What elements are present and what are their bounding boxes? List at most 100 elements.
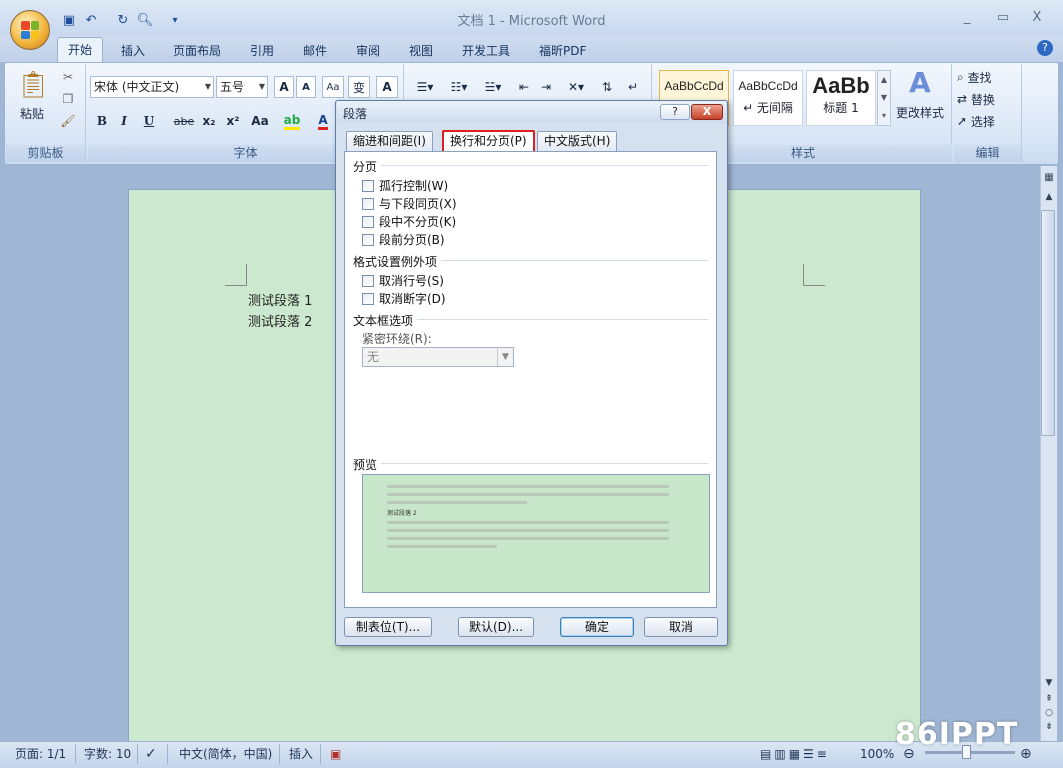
checkbox[interactable]	[362, 179, 374, 192]
divider	[279, 744, 280, 764]
checkbox[interactable]	[362, 292, 374, 305]
show-marks-icon[interactable]: ↵	[622, 76, 644, 98]
keep-with-next-option[interactable]: 与下段同页(X)	[362, 195, 457, 212]
option-label: 取消行号(S)	[379, 274, 444, 288]
highlight-icon[interactable]: ab	[278, 110, 306, 132]
web-layout-icon[interactable]: ▦	[789, 747, 803, 761]
page-break-before-option[interactable]: 段前分页(B)	[362, 231, 445, 248]
sort-icon[interactable]: ⇅	[596, 76, 618, 98]
tabs-button[interactable]: 制表位(T)...	[344, 617, 432, 637]
help-icon[interactable]: ?	[1037, 40, 1053, 56]
print-layout-icon[interactable]: ▤	[760, 747, 774, 761]
tab-home[interactable]: 开始	[57, 37, 103, 63]
full-reading-icon[interactable]: ▥	[774, 747, 788, 761]
insert-mode[interactable]: 插入	[289, 745, 313, 763]
ok-button[interactable]: 确定	[560, 617, 634, 637]
style-heading-1[interactable]: AaBb 标题 1	[806, 70, 876, 126]
no-hyphenation-option[interactable]: 取消断字(D)	[362, 290, 446, 307]
tab-page-layout[interactable]: 页面布局	[163, 40, 231, 62]
crop-mark	[803, 264, 825, 286]
phonetic-guide-button[interactable]: 变	[348, 76, 370, 98]
grow-font-button[interactable]: A	[274, 76, 294, 98]
zoom-in-icon[interactable]: ⊕	[1020, 745, 1032, 763]
font-color-icon[interactable]: A	[312, 110, 334, 132]
tab-developer[interactable]: 开发工具	[452, 40, 520, 62]
italic-button[interactable]: I	[114, 110, 134, 132]
checkbox[interactable]	[362, 197, 374, 210]
checkbox[interactable]	[362, 233, 374, 246]
font-name-combo[interactable]: 宋体 (中文正文) ▼	[90, 76, 214, 98]
scroll-down-icon[interactable]: ▼	[1042, 678, 1056, 692]
close-button[interactable]: X	[1022, 10, 1052, 28]
bold-button[interactable]: B	[92, 110, 112, 132]
minimize-button[interactable]: _	[952, 10, 982, 28]
view-buttons[interactable]: ▤▥▦☰≡	[760, 745, 830, 763]
next-page-icon[interactable]: ⇟	[1042, 722, 1056, 734]
format-painter-icon[interactable]: 🖌︎	[58, 112, 78, 130]
office-button[interactable]	[10, 10, 50, 50]
shrink-font-button[interactable]: A	[296, 76, 316, 98]
prev-page-icon[interactable]: ⇞	[1042, 694, 1056, 706]
increase-indent-icon[interactable]: ⇥	[536, 76, 556, 98]
dialog-help-button[interactable]: ?	[660, 104, 690, 120]
find-button[interactable]: ⌕ 查找	[956, 66, 1016, 88]
chinese-layout-icon[interactable]: ✕▾	[562, 76, 590, 98]
tab-references[interactable]: 引用	[240, 40, 284, 62]
proofing-icon[interactable]: ✓	[145, 745, 157, 763]
tab-mailings[interactable]: 邮件	[293, 40, 337, 62]
strikethrough-button[interactable]: abe	[172, 110, 196, 132]
page-count[interactable]: 页面: 1/1	[15, 745, 66, 763]
scrollbar-thumb[interactable]	[1041, 210, 1055, 436]
tab-asian-typography[interactable]: 中文版式(H)	[537, 131, 618, 151]
decrease-indent-icon[interactable]: ⇤	[514, 76, 534, 98]
clear-format-button[interactable]: Aa	[322, 76, 344, 98]
bullets-icon[interactable]: ☰▾	[410, 76, 440, 98]
tab-indents-spacing[interactable]: 缩进和间距(I)	[346, 131, 433, 151]
change-case-button[interactable]: Aa	[246, 110, 274, 132]
copy-icon[interactable]: ❐	[58, 90, 78, 108]
change-styles-button[interactable]: 更改样式	[893, 104, 947, 121]
tab-line-page-breaks[interactable]: 换行和分页(P)	[442, 130, 535, 152]
cut-icon[interactable]: ✂	[58, 68, 78, 86]
language-status[interactable]: 中文(简体，中国)	[179, 745, 272, 763]
paste-button[interactable]: 粘贴	[12, 104, 52, 122]
subscript-button[interactable]: x₂	[198, 110, 220, 132]
char-border-button[interactable]: A	[376, 76, 398, 98]
checkbox[interactable]	[362, 215, 374, 228]
tab-view[interactable]: 视图	[399, 40, 443, 62]
widow-control-option[interactable]: 孤行控制(W)	[362, 177, 448, 194]
dialog-close-button[interactable]: X	[691, 104, 723, 120]
zoom-level[interactable]: 100%	[860, 745, 894, 763]
superscript-button[interactable]: x²	[222, 110, 244, 132]
paste-icon[interactable]: 📋︎	[14, 66, 52, 104]
browse-object-icon[interactable]: ○	[1042, 708, 1056, 720]
paragraph-2[interactable]: 测试段落 2	[248, 311, 312, 330]
ruler-toggle-icon[interactable]: ▦	[1042, 172, 1056, 186]
tab-insert[interactable]: 插入	[111, 40, 155, 62]
word-count[interactable]: 字数: 10	[84, 745, 131, 763]
paragraph-1[interactable]: 测试段落 1	[248, 290, 312, 309]
select-button[interactable]: ➚ 选择	[956, 110, 1016, 132]
maximize-button[interactable]: ▭	[988, 10, 1018, 28]
numbering-icon[interactable]: ☷▾	[444, 76, 474, 98]
keep-lines-together-option[interactable]: 段中不分页(K)	[362, 213, 456, 230]
preview-line	[387, 545, 497, 548]
styles-scroll[interactable]: ▲ ▼ ▾	[877, 70, 891, 126]
font-size-combo[interactable]: 五号 ▼	[216, 76, 268, 98]
outline-icon[interactable]: ☰	[803, 747, 817, 761]
tab-foxit-pdf[interactable]: 福昕PDF	[529, 40, 596, 62]
scroll-up-icon[interactable]: ▲	[1042, 192, 1056, 206]
replace-button[interactable]: ⇄ 替换	[956, 88, 1016, 110]
underline-button[interactable]: U	[138, 110, 160, 132]
tab-review[interactable]: 审阅	[346, 40, 390, 62]
macro-record-icon[interactable]: ▣	[330, 745, 341, 763]
checkbox[interactable]	[362, 274, 374, 287]
style-no-spacing[interactable]: AaBbCcDd ↵ 无间隔	[733, 70, 803, 126]
cancel-button[interactable]: 取消	[644, 617, 718, 637]
multilevel-list-icon[interactable]: ☱▾	[478, 76, 508, 98]
suppress-line-numbers-option[interactable]: 取消行号(S)	[362, 272, 444, 289]
divider	[137, 744, 138, 764]
set-default-button[interactable]: 默认(D)...	[458, 617, 534, 637]
draft-icon[interactable]: ≡	[817, 747, 830, 761]
change-styles-icon[interactable]: A	[900, 66, 940, 102]
